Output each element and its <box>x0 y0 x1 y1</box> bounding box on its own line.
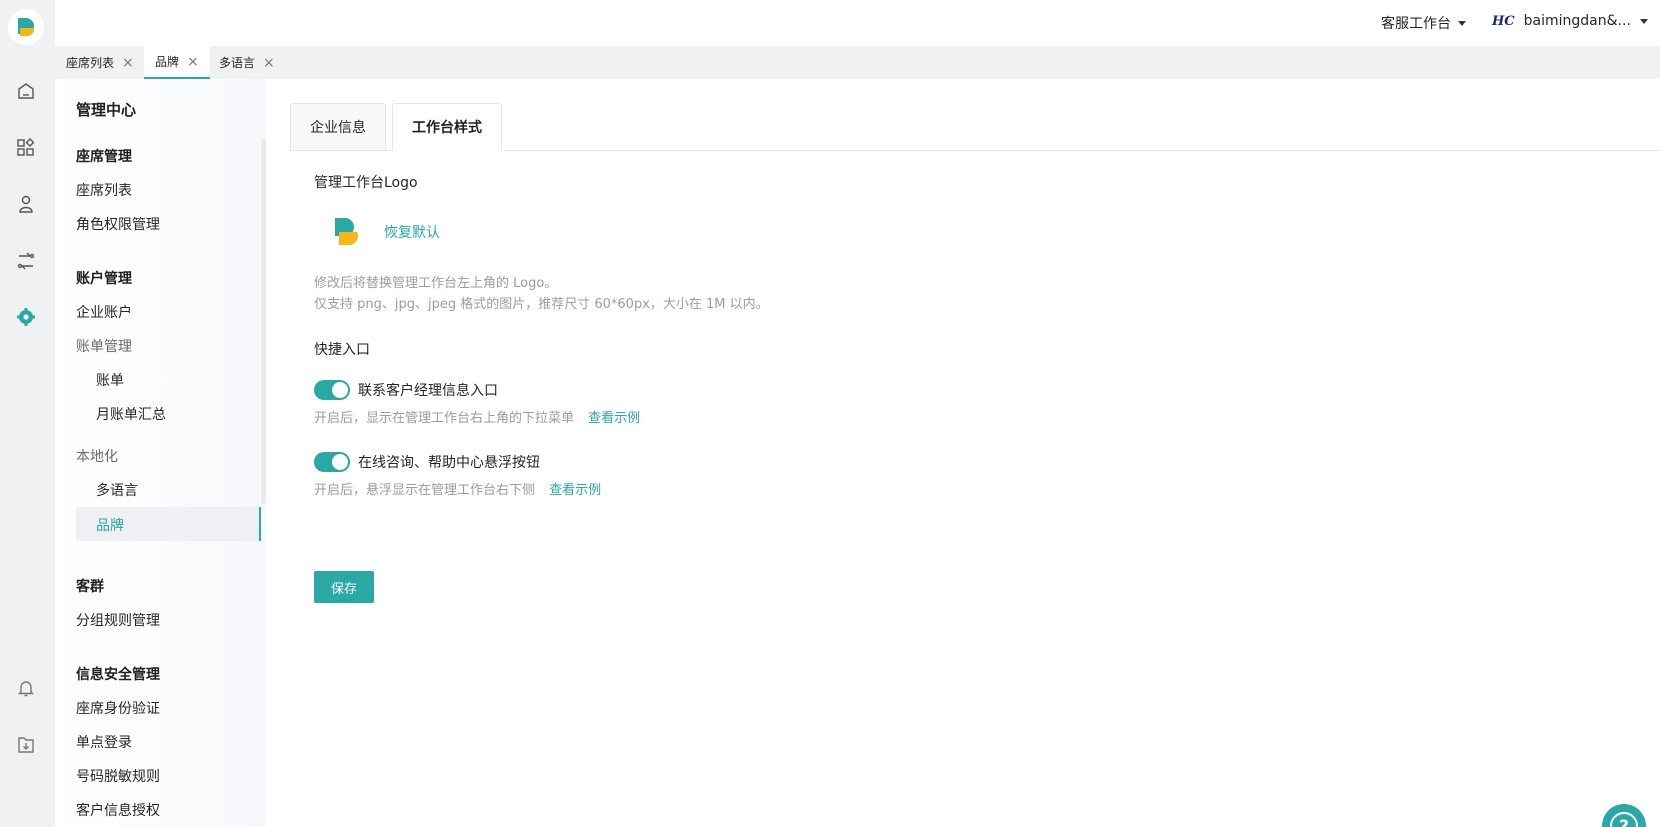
user-name: baimingdan&... <box>1523 13 1631 29</box>
page-tab-seat-list[interactable]: 座席列表 × <box>55 46 145 79</box>
sidebar-group-security: 信息安全管理 <box>76 667 160 683</box>
hint-text: 开启后，悬浮显示在管理工作台右下侧 <box>314 483 536 498</box>
bell-icon[interactable] <box>14 676 38 700</box>
sidebar-item-grouping-rules[interactable]: 分组规则管理 <box>76 610 160 630</box>
sidebar-group-seat: 座席管理 <box>76 149 132 165</box>
sidebar-item-seat-list[interactable]: 座席列表 <box>76 180 132 200</box>
account-manager-toggle[interactable] <box>314 380 350 400</box>
tab-company-info[interactable]: 企业信息 <box>290 103 386 151</box>
logo-hint-1: 修改后将替换管理工作台左上角的 Logo。 <box>314 276 558 291</box>
account-manager-hint: 开启后，显示在管理工作台右上角的下拉菜单 查看示例 <box>314 407 640 426</box>
page-tabs-bar: 座席列表 × 品牌 × 多语言 × <box>55 46 1660 79</box>
page-tab-label: 座席列表 <box>66 56 115 70</box>
save-button[interactable]: 保存 <box>314 571 374 603</box>
sidebar-item-bill[interactable]: 账单 <box>96 370 124 390</box>
view-example-link[interactable]: 查看示例 <box>588 411 640 426</box>
sidebar-item-billing[interactable]: 账单管理 <box>76 336 132 356</box>
floating-help-hint: 开启后，悬浮显示在管理工作台右下侧 查看示例 <box>314 479 601 498</box>
company-logo: HC <box>1492 13 1515 29</box>
tab-workspace-style[interactable]: 工作台样式 <box>392 103 502 151</box>
user-icon[interactable] <box>14 192 38 216</box>
sidebar-group-customer: 客群 <box>76 579 104 595</box>
download-icon[interactable] <box>14 733 38 757</box>
sidebar-item-monthly-bill[interactable]: 月账单汇总 <box>96 404 166 424</box>
page-tab-label: 多语言 <box>219 56 256 70</box>
sidebar-item-role-permissions[interactable]: 角色权限管理 <box>76 214 160 234</box>
close-icon[interactable]: × <box>263 56 275 70</box>
workspace-label: 客服工作台 <box>1381 16 1451 32</box>
help-icon[interactable]: ? <box>1602 804 1646 827</box>
sidebar-item-sso[interactable]: 单点登录 <box>76 732 132 752</box>
sidebar-item-number-masking[interactable]: 号码脱敏规则 <box>76 766 160 786</box>
sidebar-item-enterprise-account[interactable]: 企业账户 <box>76 302 132 322</box>
logo-hint-2: 仅支持 png、jpg、jpeg 格式的图片，推荐尺寸 60*60px，大小在 … <box>314 297 769 312</box>
main-content: 企业信息 工作台样式 管理工作台Logo 恢复默认 修改后将替换管理工作台左上角… <box>266 79 1660 827</box>
hint-text: 开启后，显示在管理工作台右上角的下拉菜单 <box>314 411 575 426</box>
restore-default-link[interactable]: 恢复默认 <box>384 222 440 242</box>
workspace-logo-preview[interactable] <box>326 212 366 252</box>
sidebar-item-label: 品牌 <box>96 518 124 534</box>
sidebar-item-seat-auth[interactable]: 座席身份验证 <box>76 698 160 718</box>
sidebar: 管理中心 座席管理 座席列表 角色权限管理 账户管理 企业账户 账单管理 账单 … <box>55 79 266 827</box>
route-icon[interactable] <box>14 249 38 273</box>
sidebar-group-account: 账户管理 <box>76 271 132 287</box>
gear-icon[interactable] <box>14 305 38 329</box>
floating-help-label: 在线咨询、帮助中心悬浮按钮 <box>358 455 540 471</box>
top-header: 客服工作台 HC baimingdan&... <box>55 0 1660 46</box>
page-tab-multilanguage[interactable]: 多语言 × <box>208 46 286 79</box>
account-manager-label: 联系客户经理信息入口 <box>358 383 498 399</box>
sidebar-item-customer-info-auth[interactable]: 客户信息授权 <box>76 800 160 820</box>
home-icon[interactable] <box>14 79 38 103</box>
user-menu[interactable]: HC baimingdan&... <box>1492 13 1648 29</box>
sidebar-title: 管理中心 <box>76 101 137 119</box>
sidebar-item-multilanguage[interactable]: 多语言 <box>96 480 138 500</box>
caret-down-icon <box>1458 20 1466 26</box>
sidebar-item-brand[interactable]: 品牌 <box>76 507 261 541</box>
page-tab-brand[interactable]: 品牌 × <box>144 46 210 79</box>
sidebar-group-localization[interactable]: 本地化 <box>76 446 118 466</box>
apps-icon[interactable] <box>14 135 38 159</box>
page-tab-label: 品牌 <box>155 55 180 69</box>
view-example-link[interactable]: 查看示例 <box>549 483 601 498</box>
close-icon[interactable]: × <box>187 55 199 69</box>
caret-down-icon <box>1639 18 1648 24</box>
close-icon[interactable]: × <box>122 56 134 70</box>
svg-text:?: ? <box>1619 817 1629 827</box>
floating-help-toggle[interactable] <box>314 452 350 472</box>
workspace-switcher[interactable]: 客服工作台 <box>1381 13 1466 33</box>
app-logo-icon[interactable] <box>8 9 44 45</box>
shortcut-section-title: 快捷入口 <box>314 342 370 358</box>
icon-rail <box>0 0 55 827</box>
logo-section-title: 管理工作台Logo <box>314 175 418 191</box>
